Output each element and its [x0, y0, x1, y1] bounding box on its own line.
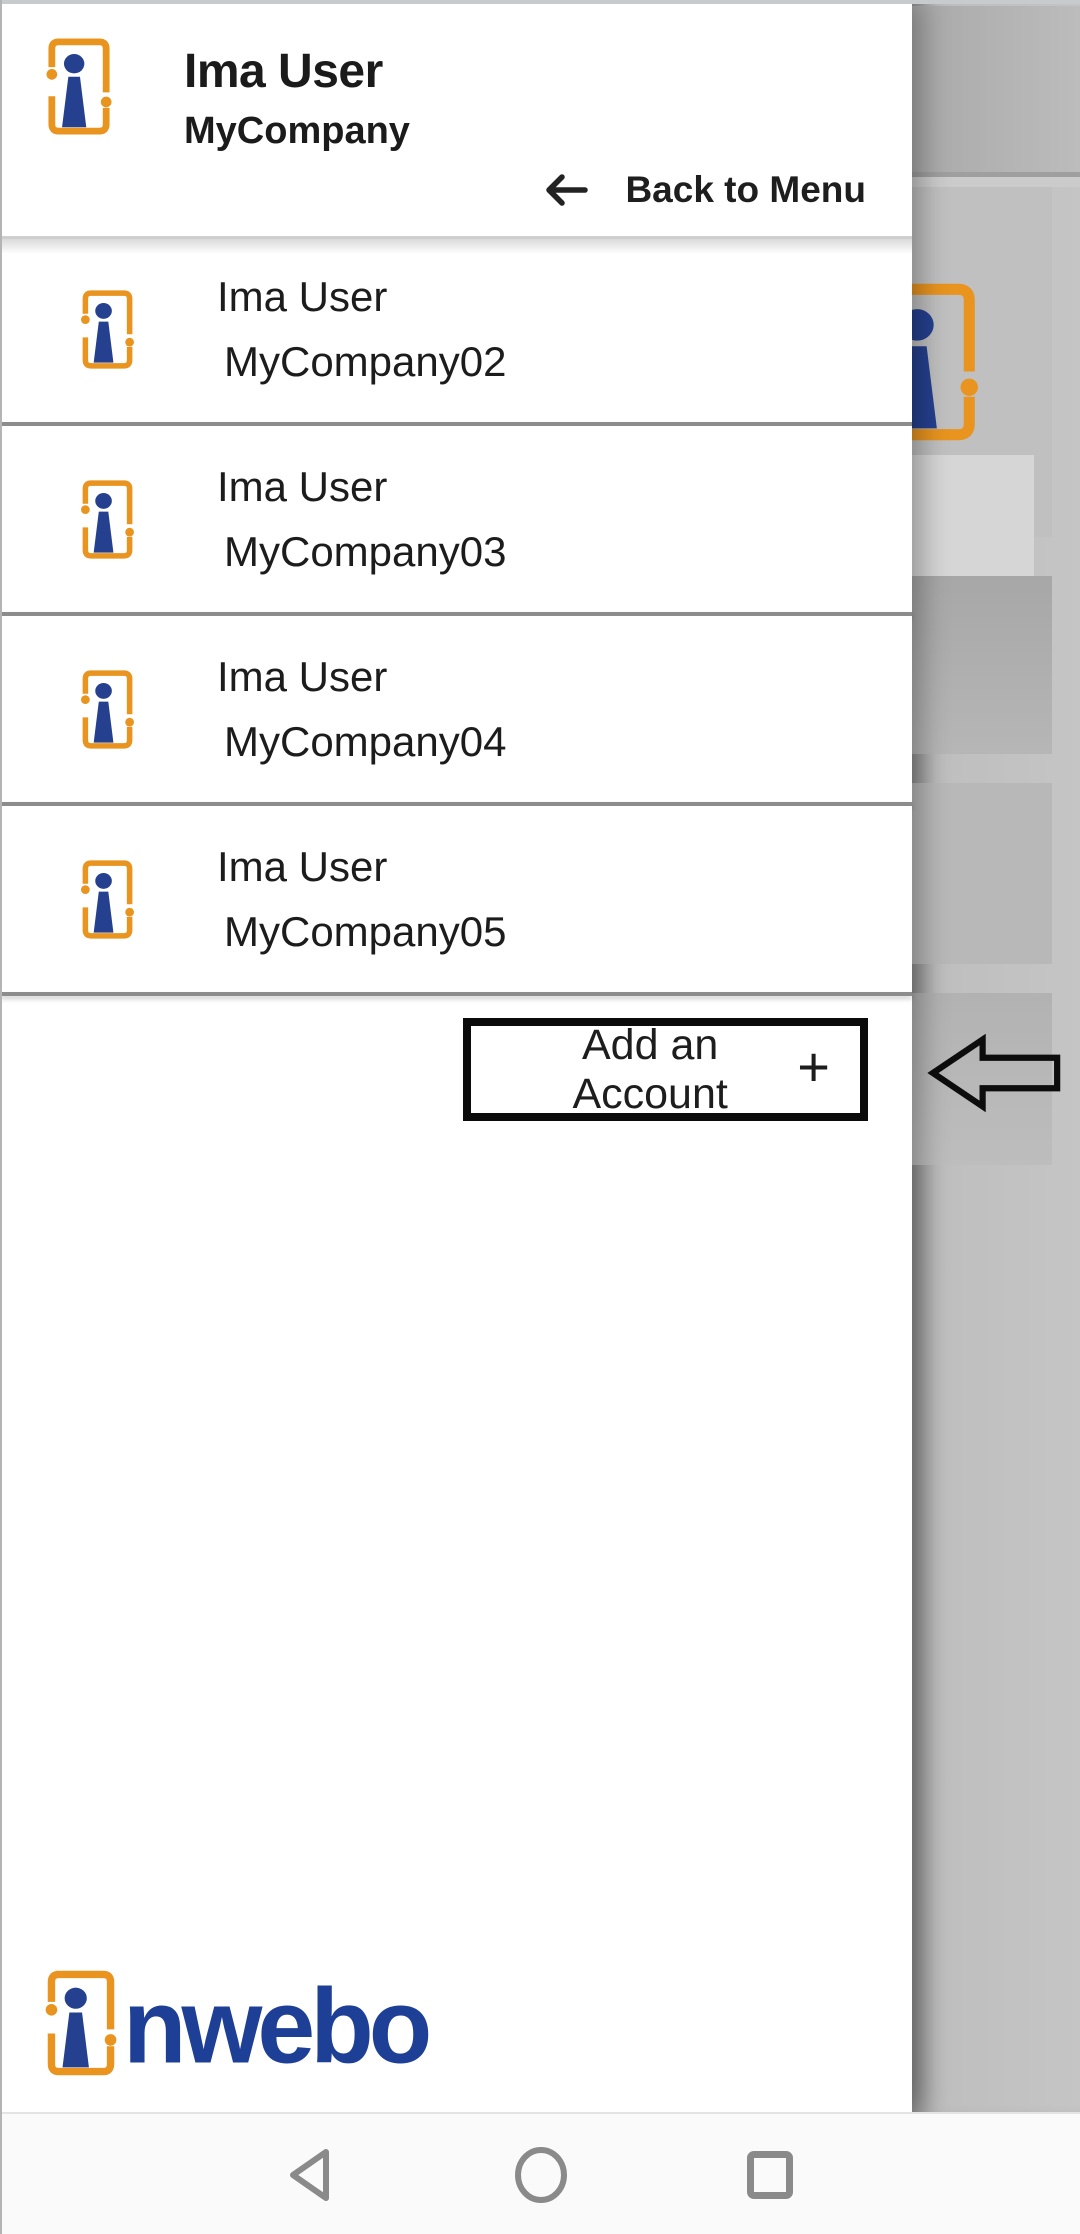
backdrop-tile — [912, 6, 1080, 172]
screen-left-edge — [0, 0, 2, 2234]
recents-square-icon — [747, 2151, 793, 2199]
back-to-menu-button[interactable]: Back to Menu — [541, 158, 866, 222]
account-item-text: Ima User MyCompany02 — [217, 273, 506, 386]
backdrop-tile — [912, 783, 1052, 964]
nav-recents-button[interactable] — [710, 2114, 830, 2234]
account-list: Ima User MyCompany02 Ima User MyCompany0… — [0, 236, 912, 996]
add-account-row: Add an Account + — [0, 1018, 912, 1121]
current-company-name: MyCompany — [184, 110, 410, 153]
nav-back-button[interactable] — [249, 2114, 369, 2234]
inwebo-account-icon — [79, 480, 136, 559]
account-company-name: MyCompany02 — [217, 338, 506, 386]
inwebo-account-icon — [912, 283, 982, 441]
inwebo-logo-icon — [43, 1970, 119, 2076]
inwebo-wordmark: nwebo — [123, 1979, 427, 2077]
account-company-name: MyCompany05 — [217, 908, 506, 956]
inwebo-account-icon — [44, 38, 114, 135]
dimmed-backdrop — [912, 0, 1080, 2112]
backdrop-strip — [912, 177, 1080, 187]
account-user-name: Ima User — [217, 843, 506, 891]
list-divider — [0, 992, 912, 996]
account-item-mycompany05[interactable]: Ima User MyCompany05 — [0, 806, 912, 992]
arrow-left-icon — [541, 170, 589, 210]
account-item-text: Ima User MyCompany04 — [217, 653, 506, 766]
account-item-text: Ima User MyCompany05 — [217, 843, 506, 956]
backdrop-tile — [912, 576, 1052, 754]
inwebo-account-icon — [79, 860, 136, 939]
account-switcher-drawer: Ima User MyCompany Back to Menu Ima User… — [0, 0, 912, 2112]
back-triangle-icon — [286, 2147, 332, 2203]
account-user-name: Ima User — [217, 463, 506, 511]
account-item-mycompany03[interactable]: Ima User MyCompany03 — [0, 426, 912, 612]
account-user-name: Ima User — [217, 273, 506, 321]
account-item-mycompany02[interactable]: Ima User MyCompany02 — [0, 236, 912, 422]
drawer-header: Ima User MyCompany Back to Menu — [0, 0, 912, 236]
home-circle-icon — [513, 2146, 569, 2204]
account-item-mycompany04[interactable]: Ima User MyCompany04 — [0, 616, 912, 802]
add-account-button[interactable]: Add an Account + — [463, 1018, 868, 1121]
header-shadow — [0, 239, 912, 254]
account-company-name: MyCompany03 — [217, 528, 506, 576]
plus-icon: + — [797, 1039, 830, 1095]
inwebo-account-icon — [79, 290, 136, 369]
nav-home-button[interactable] — [481, 2114, 601, 2234]
current-user-name: Ima User — [184, 44, 383, 99]
block-arrow-left-icon — [926, 1030, 1066, 1116]
inwebo-account-icon — [79, 670, 136, 749]
screen-top-edge — [0, 0, 1080, 4]
back-to-menu-label: Back to Menu — [625, 169, 866, 211]
inwebo-logo: nwebo — [43, 1964, 427, 2076]
screen: Ima User MyCompany Back to Menu Ima User… — [0, 0, 1080, 2234]
add-account-label: Add an Account — [503, 1021, 797, 1119]
account-user-name: Ima User — [217, 653, 506, 701]
account-item-text: Ima User MyCompany03 — [217, 463, 506, 576]
android-navbar — [0, 2112, 1080, 2234]
account-company-name: MyCompany04 — [217, 718, 506, 766]
